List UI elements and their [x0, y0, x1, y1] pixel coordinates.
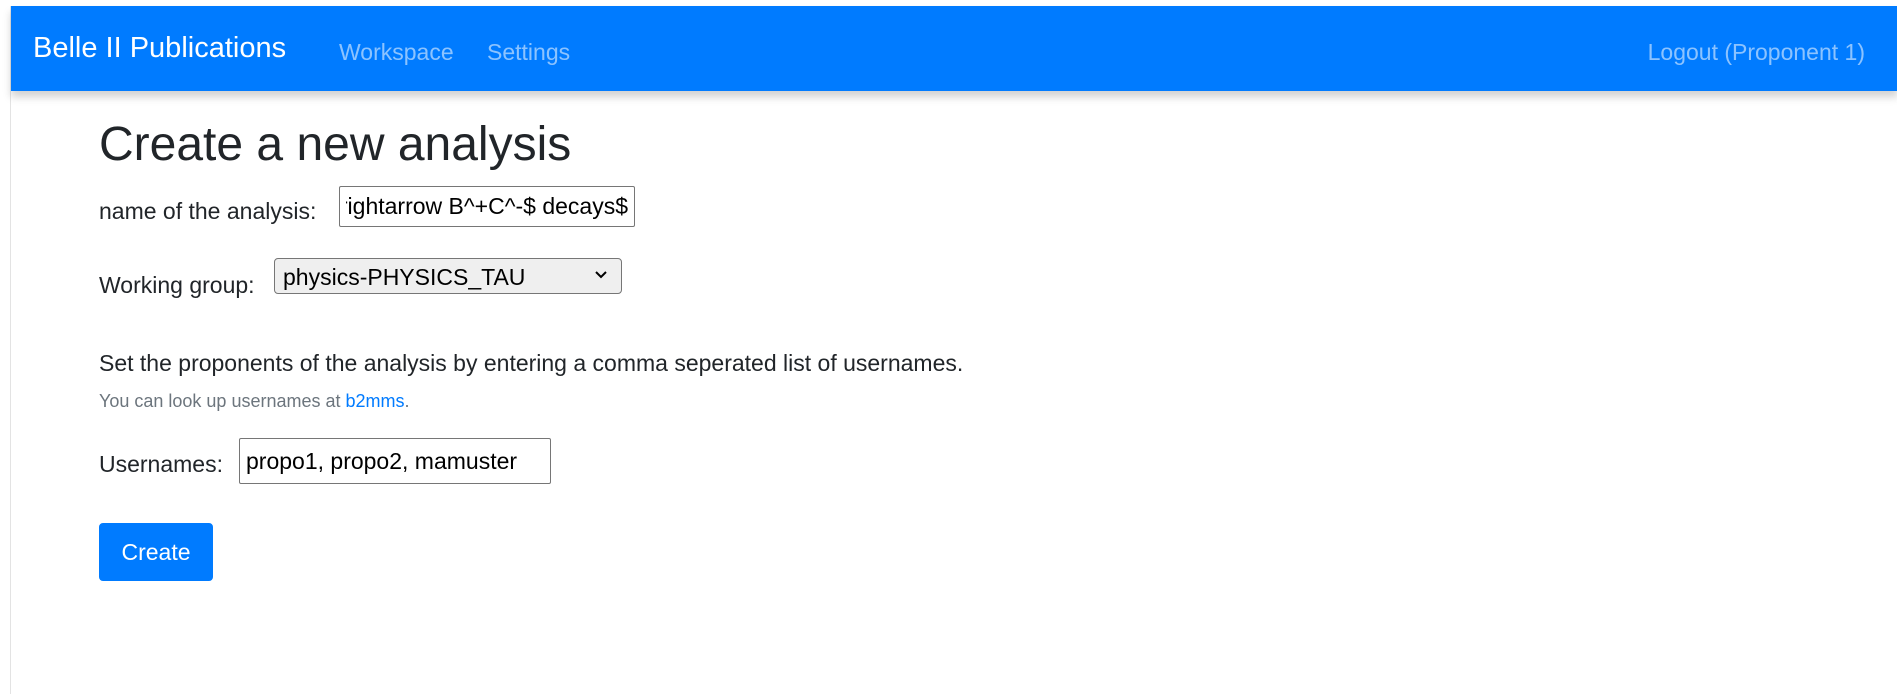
lookup-hint-prefix: You can look up usernames at: [99, 391, 346, 411]
chevron-down-icon: [595, 271, 607, 279]
nav-settings-link[interactable]: Settings: [487, 39, 570, 65]
usernames-label: Usernames:: [99, 451, 223, 477]
lookup-hint-suffix: .: [404, 391, 410, 411]
usernames-input[interactable]: [239, 438, 551, 484]
logout-link[interactable]: Logout (Proponent 1): [1648, 39, 1865, 65]
brand-link[interactable]: Belle II Publications: [33, 32, 286, 65]
analysis-name-input[interactable]: [339, 186, 635, 227]
page-title: Create a new analysis: [99, 118, 572, 171]
create-button[interactable]: Create: [99, 523, 213, 581]
proponents-help-text: Set the proponents of the analysis by en…: [99, 350, 964, 376]
working-group-select[interactable]: physics-PHYSICS_TAU: [274, 258, 622, 294]
top-navbar: Belle II Publications Workspace Settings…: [11, 6, 1897, 91]
lookup-hint: You can look up usernames at b2mms.: [99, 391, 410, 412]
working-group-label: Working group:: [99, 272, 255, 298]
b2mms-link[interactable]: b2mms: [346, 391, 405, 411]
browser-page: Belle II Publications Workspace Settings…: [10, 6, 1897, 694]
analysis-name-label: name of the analysis:: [99, 198, 317, 224]
working-group-selected-value: physics-PHYSICS_TAU: [283, 264, 526, 290]
nav-workspace-link[interactable]: Workspace: [339, 39, 454, 65]
